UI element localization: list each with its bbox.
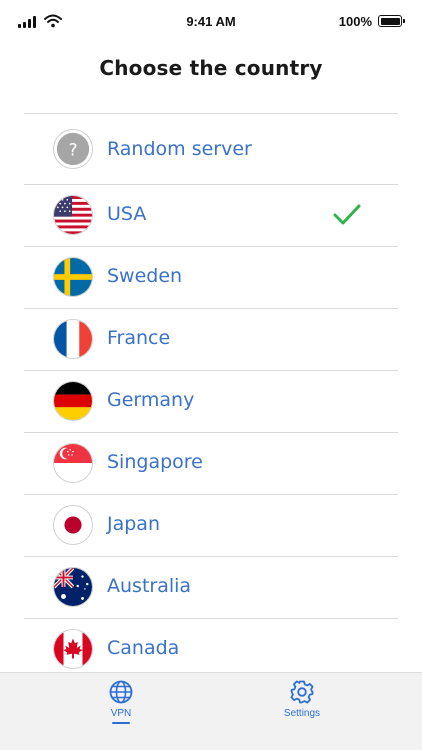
germany-flag-icon xyxy=(53,381,93,421)
page-title: Choose the country xyxy=(99,56,323,80)
japan-flag-icon xyxy=(53,505,93,545)
usa-flag-icon xyxy=(53,195,93,235)
country-name: Japan xyxy=(107,513,160,535)
tab-vpn-label: VPN xyxy=(110,708,132,719)
country-row-canada[interactable]: Canada xyxy=(24,618,398,680)
country-row-random-server[interactable]: ? Random server xyxy=(24,113,398,184)
country-name: Australia xyxy=(107,575,192,597)
country-list: ? Random server USA Sweden France German… xyxy=(24,113,398,680)
country-name: USA xyxy=(107,203,147,225)
tab-settings-label: Settings xyxy=(283,708,321,719)
battery-percentage: 100% xyxy=(338,14,372,29)
country-name: Singapore xyxy=(107,451,203,473)
singapore-flag-icon xyxy=(53,443,93,483)
country-row-singapore[interactable]: Singapore xyxy=(24,432,398,494)
tab-settings[interactable]: Settings xyxy=(262,679,342,729)
country-name: France xyxy=(107,327,171,349)
country-row-germany[interactable]: Germany xyxy=(24,370,398,432)
country-row-australia[interactable]: Australia xyxy=(24,556,398,618)
france-flag-icon xyxy=(53,319,93,359)
sweden-flag-icon xyxy=(53,257,93,297)
country-row-japan[interactable]: Japan xyxy=(24,494,398,556)
australia-flag-icon xyxy=(53,567,93,607)
country-row-france[interactable]: France xyxy=(24,308,398,370)
country-name: Sweden xyxy=(107,265,183,287)
globe-icon xyxy=(109,680,133,704)
canada-flag-icon xyxy=(53,629,93,669)
random-server-icon: ? xyxy=(53,129,93,169)
country-row-usa[interactable]: USA xyxy=(24,184,398,246)
status-bar: 9:41 AM 100% xyxy=(0,0,422,44)
gear-icon xyxy=(290,680,314,704)
battery-icon xyxy=(378,15,405,27)
country-name: Germany xyxy=(107,389,195,411)
country-row-sweden[interactable]: Sweden xyxy=(24,246,398,308)
country-name: Random server xyxy=(107,138,252,160)
active-tab-indicator xyxy=(112,722,130,724)
svg-text:?: ? xyxy=(68,141,77,161)
tab-bar: VPN Settings xyxy=(0,672,422,750)
country-name: Canada xyxy=(107,637,180,659)
tab-vpn[interactable]: VPN xyxy=(81,679,161,729)
checkmark-icon xyxy=(333,204,361,225)
